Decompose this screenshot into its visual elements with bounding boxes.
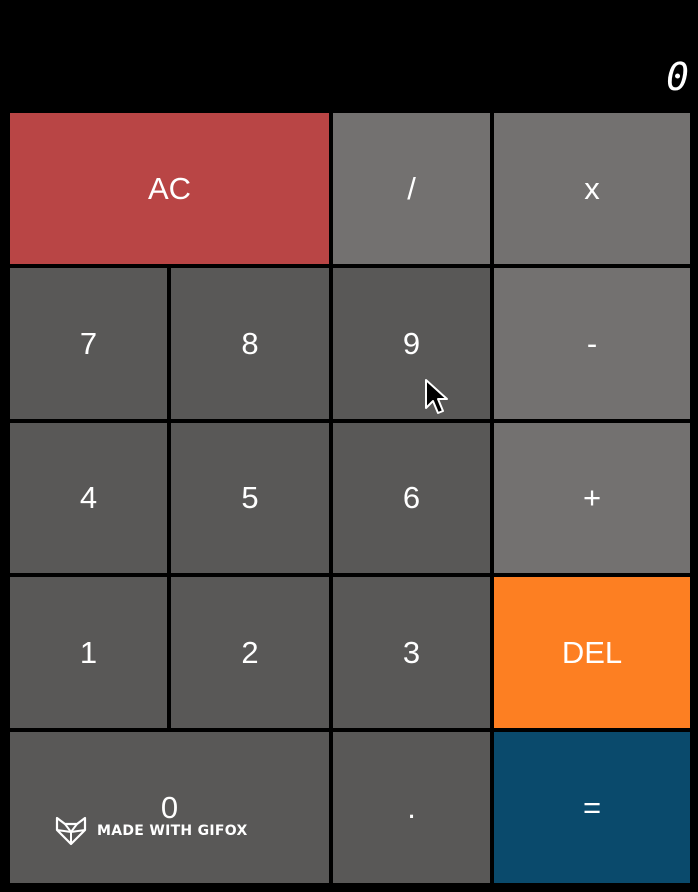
fox-logo-icon — [54, 816, 88, 846]
digit-9-button[interactable]: 9 — [333, 268, 490, 419]
decimal-button[interactable]: . — [333, 732, 490, 883]
gifox-watermark: MADE WITH GIFOX — [54, 814, 248, 848]
digit-7-button[interactable]: 7 — [10, 268, 167, 419]
calculator-display: 0 — [0, 0, 698, 110]
plus-button[interactable]: + — [494, 423, 690, 573]
mouse-pointer-icon — [424, 378, 450, 423]
multiply-button[interactable]: x — [494, 113, 690, 264]
digit-4-button[interactable]: 4 — [10, 423, 167, 573]
display-value: 0 — [666, 55, 690, 99]
digit-5-button[interactable]: 5 — [171, 423, 329, 573]
delete-button[interactable]: DEL — [494, 577, 690, 728]
equals-button[interactable]: = — [494, 732, 690, 883]
digit-1-button[interactable]: 1 — [10, 577, 167, 728]
digit-3-button[interactable]: 3 — [333, 577, 490, 728]
digit-6-button[interactable]: 6 — [333, 423, 490, 573]
digit-0-button[interactable]: 0 — [10, 732, 329, 883]
minus-button[interactable]: - — [494, 268, 690, 419]
digit-8-button[interactable]: 8 — [171, 268, 329, 419]
digit-2-button[interactable]: 2 — [171, 577, 329, 728]
divide-button[interactable]: / — [333, 113, 490, 264]
watermark-text: MADE WITH GIFOX — [97, 823, 248, 839]
clear-button[interactable]: AC — [10, 113, 329, 264]
